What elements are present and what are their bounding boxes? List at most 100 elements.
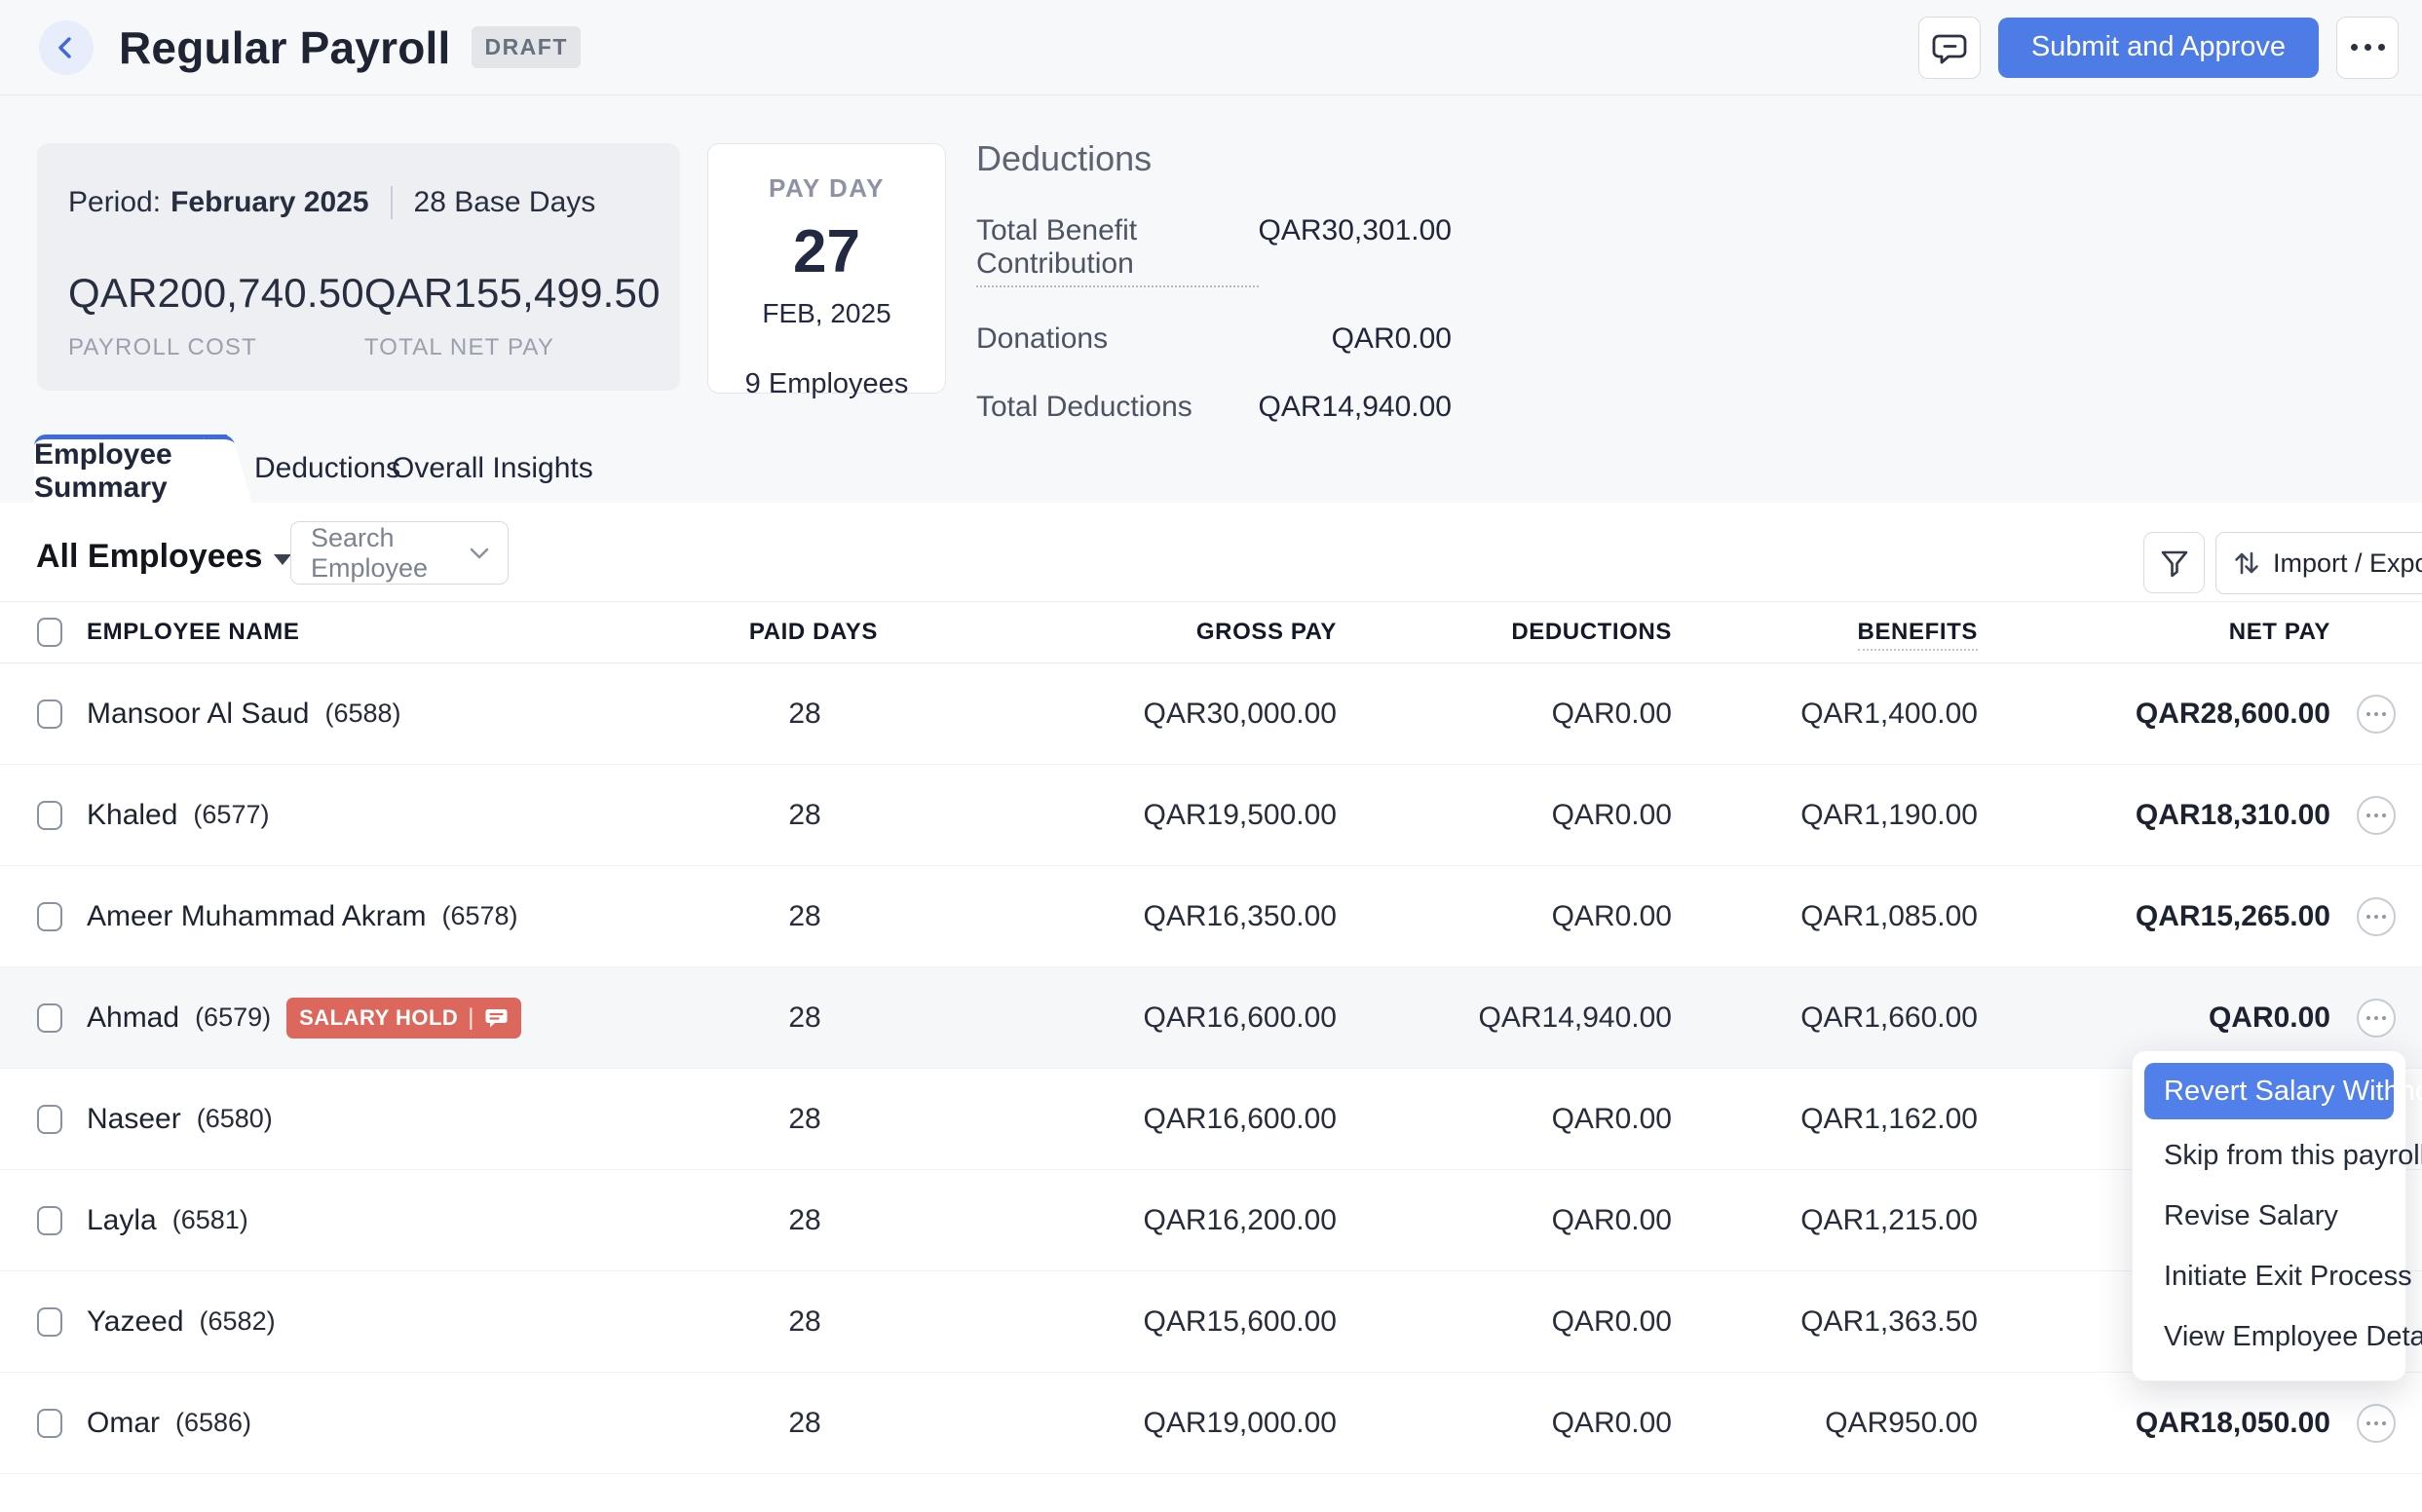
comment-button[interactable] bbox=[1918, 17, 1981, 79]
col-deductions: DEDUCTIONS bbox=[1511, 619, 1672, 645]
payday-label: PAY DAY bbox=[769, 173, 885, 204]
table-row[interactable]: Omar (6586) 28 QAR19,000.00 QAR0.00 QAR9… bbox=[0, 1373, 2422, 1474]
row-checkbox[interactable] bbox=[37, 1105, 62, 1134]
table-row[interactable]: Naseer (6580) 28 QAR16,600.00 QAR0.00 QA… bbox=[0, 1069, 2422, 1170]
tab-bar: Employee Summary Deductions Overall Insi… bbox=[0, 435, 2422, 503]
context-menu-item[interactable]: Initiate Exit Process bbox=[2144, 1246, 2394, 1306]
benefits-cell: QAR1,363.50 bbox=[1800, 1305, 1978, 1338]
payroll-cost-value: QAR200,740.50 bbox=[68, 270, 364, 317]
back-button[interactable] bbox=[39, 20, 94, 75]
search-employee-select[interactable]: Search Employee bbox=[290, 521, 509, 585]
page-title: Regular Payroll bbox=[119, 21, 450, 74]
deductions-cell: QAR0.00 bbox=[1552, 1407, 1672, 1439]
submit-approve-button[interactable]: Submit and Approve bbox=[1998, 18, 2319, 78]
payday-day: 27 bbox=[793, 217, 860, 286]
benefits-cell: QAR1,085.00 bbox=[1800, 900, 1978, 932]
col-net-pay: NET PAY bbox=[2229, 619, 2330, 645]
row-checkbox[interactable] bbox=[37, 1206, 62, 1235]
total-benefit-contribution-label[interactable]: Total Benefit Contribution bbox=[976, 214, 1259, 287]
gross-pay-cell: QAR19,500.00 bbox=[1144, 799, 1337, 831]
employee-id: (6586) bbox=[175, 1408, 251, 1438]
employee-id: (6580) bbox=[197, 1104, 273, 1134]
caret-down-icon bbox=[274, 554, 291, 565]
salary-hold-badge[interactable]: SALARY HOLD | bbox=[286, 998, 521, 1039]
col-gross-pay: GROSS PAY bbox=[1196, 619, 1337, 645]
col-employee-name: EMPLOYEE NAME bbox=[87, 619, 300, 646]
row-actions-button[interactable] bbox=[2357, 999, 2396, 1038]
employee-name: Naseer bbox=[87, 1103, 181, 1136]
table-row[interactable]: Ahmad (6579) SALARY HOLD | 28 QAR16,600.… bbox=[0, 967, 2422, 1069]
table-body: Mansoor Al Saud (6588) 28 QAR30,000.00 Q… bbox=[0, 663, 2422, 1474]
employee-id: (6581) bbox=[172, 1205, 248, 1235]
benefits-cell: QAR1,162.00 bbox=[1800, 1103, 1978, 1135]
col-paid-days: PAID DAYS bbox=[749, 619, 878, 645]
table-row[interactable]: Yazeed (6582) 28 QAR15,600.00 QAR0.00 QA… bbox=[0, 1271, 2422, 1373]
gross-pay-cell: QAR16,350.00 bbox=[1144, 900, 1337, 932]
employee-id: (6578) bbox=[441, 901, 517, 931]
employee-name: Ahmad bbox=[87, 1002, 179, 1035]
benefits-cell: QAR1,190.00 bbox=[1800, 799, 1978, 831]
employee-summary-panel: All Employees Search Employee Import / E… bbox=[0, 503, 2422, 1512]
payroll-cost-label: PAYROLL COST bbox=[68, 334, 364, 361]
row-actions-button[interactable] bbox=[2357, 1404, 2396, 1443]
row-checkbox[interactable] bbox=[37, 1307, 62, 1337]
paid-days-cell: 28 bbox=[788, 1305, 820, 1338]
row-checkbox[interactable] bbox=[37, 1003, 62, 1033]
row-context-menu: Revert Salary Withhold Skip from this pay… bbox=[2132, 1050, 2406, 1381]
col-benefits[interactable]: BENEFITS bbox=[1858, 619, 1978, 651]
period-label: Period: bbox=[68, 186, 161, 219]
chevron-down-icon bbox=[467, 541, 492, 566]
employee-name: Layla bbox=[87, 1204, 157, 1237]
row-actions-button[interactable] bbox=[2357, 796, 2396, 835]
filter-button[interactable] bbox=[2143, 532, 2205, 593]
row-checkbox[interactable] bbox=[37, 902, 62, 931]
context-menu-item[interactable]: Revise Salary bbox=[2144, 1186, 2394, 1246]
paid-days-cell: 28 bbox=[788, 1204, 820, 1236]
paid-days-cell: 28 bbox=[788, 698, 820, 730]
top-bar: Regular Payroll DRAFT Submit and Approve bbox=[0, 0, 2422, 95]
import-export-label: Import / Export bbox=[2273, 548, 2422, 579]
table-row[interactable]: Ameer Muhammad Akram (6578) 28 QAR16,350… bbox=[0, 866, 2422, 967]
gross-pay-cell: QAR16,600.00 bbox=[1144, 1103, 1337, 1135]
tab-overall-insights[interactable]: Overall Insights bbox=[392, 435, 593, 503]
benefits-cell: QAR1,660.00 bbox=[1800, 1002, 1978, 1034]
net-pay-cell: QAR18,310.00 bbox=[2136, 799, 2330, 831]
payday-month-year: FEB, 2025 bbox=[762, 298, 890, 329]
import-export-button[interactable]: Import / Export bbox=[2215, 532, 2422, 594]
gross-pay-cell: QAR19,000.00 bbox=[1144, 1407, 1337, 1439]
base-days: 28 Base Days bbox=[414, 186, 596, 219]
donations-label: Donations bbox=[976, 322, 1108, 356]
chevron-left-icon bbox=[54, 35, 79, 60]
tab-deductions[interactable]: Deductions bbox=[254, 435, 400, 503]
employee-name: Yazeed bbox=[87, 1305, 184, 1339]
tab-employee-summary[interactable]: Employee Summary bbox=[34, 435, 227, 503]
net-pay-cell: QAR15,265.00 bbox=[2136, 900, 2330, 932]
employee-name: Mansoor Al Saud bbox=[87, 698, 309, 731]
donations-value: QAR0.00 bbox=[1332, 322, 1452, 356]
paid-days-cell: 28 bbox=[788, 1103, 820, 1135]
employee-name: Omar bbox=[87, 1407, 160, 1440]
chat-icon bbox=[484, 1005, 509, 1030]
employee-name: Ameer Muhammad Akram bbox=[87, 900, 426, 933]
more-actions-button[interactable] bbox=[2336, 17, 2399, 79]
employee-id: (6579) bbox=[195, 1002, 271, 1033]
deductions-panel: Deductions Total Benefit Contribution QA… bbox=[976, 138, 1452, 424]
employee-filter-dropdown[interactable]: All Employees bbox=[36, 538, 291, 576]
deductions-cell: QAR0.00 bbox=[1552, 1204, 1672, 1236]
context-menu-item[interactable]: Skip from this payroll bbox=[2144, 1125, 2394, 1186]
row-checkbox[interactable] bbox=[37, 801, 62, 830]
row-checkbox[interactable] bbox=[37, 699, 62, 729]
row-actions-button[interactable] bbox=[2357, 897, 2396, 936]
context-menu-item[interactable]: Revert Salary Withhold bbox=[2144, 1063, 2394, 1119]
comment-icon bbox=[1929, 27, 1970, 68]
row-actions-button[interactable] bbox=[2357, 695, 2396, 734]
net-pay-cell: QAR18,050.00 bbox=[2136, 1407, 2330, 1439]
gross-pay-cell: QAR30,000.00 bbox=[1144, 698, 1337, 730]
row-checkbox[interactable] bbox=[37, 1409, 62, 1438]
table-row[interactable]: Mansoor Al Saud (6588) 28 QAR30,000.00 Q… bbox=[0, 663, 2422, 765]
total-deductions-value: QAR14,940.00 bbox=[1259, 391, 1452, 424]
table-row[interactable]: Layla (6581) 28 QAR16,200.00 QAR0.00 QAR… bbox=[0, 1170, 2422, 1271]
select-all-checkbox[interactable] bbox=[37, 618, 62, 647]
table-row[interactable]: Khaled (6577) 28 QAR19,500.00 QAR0.00 QA… bbox=[0, 765, 2422, 866]
context-menu-item[interactable]: View Employee Details bbox=[2144, 1306, 2394, 1367]
